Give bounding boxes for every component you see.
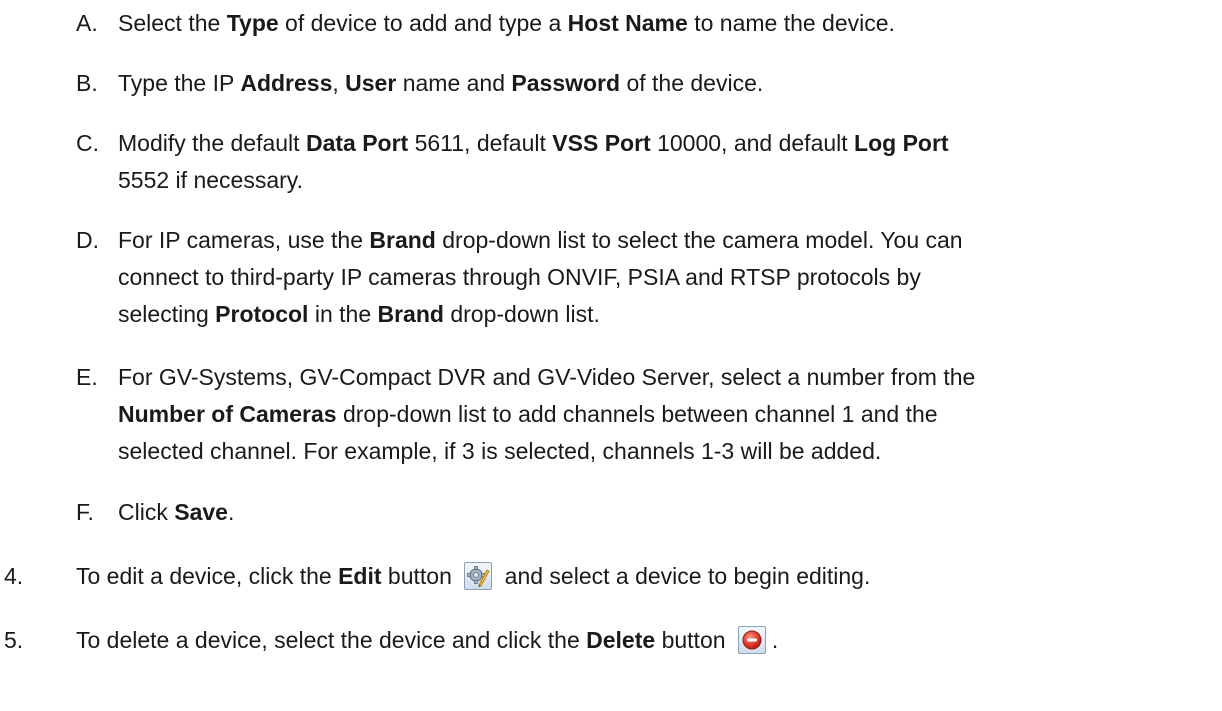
text-line: 5552 if necessary. bbox=[118, 162, 1216, 199]
text-run: 10000, and default bbox=[650, 130, 855, 156]
text-run: button bbox=[381, 563, 452, 589]
text-run: Select the bbox=[118, 10, 227, 36]
text-run: 5552 if necessary. bbox=[118, 167, 303, 193]
text-line: Modify the default Data Port 5611, defau… bbox=[118, 125, 1216, 162]
bold-term: Delete bbox=[586, 627, 656, 653]
text-run: . bbox=[227, 499, 235, 525]
text-line: For IP cameras, use the Brand drop-down … bbox=[118, 222, 1216, 259]
substep-marker: C. bbox=[76, 130, 99, 156]
text-run: Click bbox=[118, 499, 175, 525]
substep-marker: E. bbox=[76, 364, 98, 390]
text-run: For IP cameras, use the bbox=[118, 227, 370, 253]
text-run: To delete a device, select the device an… bbox=[76, 627, 587, 653]
text-run: selected channel. For example, if 3 is s… bbox=[118, 438, 882, 464]
text-run: in the bbox=[308, 301, 378, 327]
text-run: 5611, default bbox=[408, 130, 553, 156]
text-run: For GV-Systems, GV-Compact DVR and GV-Vi… bbox=[118, 364, 976, 390]
text-run: , bbox=[332, 70, 346, 96]
substep-marker: D. bbox=[76, 227, 99, 253]
text-run: of the device. bbox=[620, 70, 764, 96]
substep-f: F. Click Save. bbox=[76, 494, 1216, 531]
substep-d: D. For IP cameras, use the Brand drop-do… bbox=[76, 222, 1216, 333]
step-text: To delete a device, select the device an… bbox=[76, 622, 1204, 659]
substep-a: A. Select the Type of device to add and … bbox=[76, 5, 1216, 42]
bold-term: Type bbox=[226, 10, 279, 36]
edit-icon bbox=[464, 562, 493, 590]
text-run: drop-down list to add channels between c… bbox=[336, 401, 938, 427]
bold-term: Edit bbox=[338, 563, 382, 589]
substep-b: B. Type the IP Address, User name and Pa… bbox=[76, 65, 1216, 102]
bold-term: Save bbox=[174, 499, 228, 525]
substep-text: Click Save. bbox=[118, 494, 1216, 531]
text-run: button bbox=[655, 627, 726, 653]
delete-icon bbox=[737, 626, 766, 654]
bold-term: Protocol bbox=[215, 301, 309, 327]
text-line: selected channel. For example, if 3 is s… bbox=[118, 433, 1216, 470]
text-run: and select a device to begin editing. bbox=[504, 563, 871, 589]
bold-term: Number of Cameras bbox=[118, 401, 337, 427]
bold-term: Password bbox=[511, 70, 621, 96]
text-run: Modify the default bbox=[118, 130, 306, 156]
bold-term: Brand bbox=[377, 301, 444, 327]
step-4: 4. To edit a device, click the Edit butt… bbox=[4, 558, 1204, 595]
substep-text: For IP cameras, use the Brand drop-down … bbox=[118, 222, 1216, 333]
bold-term: VSS Port bbox=[552, 130, 651, 156]
step-marker: 5. bbox=[4, 627, 24, 653]
substep-marker: B. bbox=[76, 70, 98, 96]
step-marker: 4. bbox=[4, 563, 24, 589]
bold-term: Address bbox=[240, 70, 333, 96]
substep-text: Type the IP Address, User name and Passw… bbox=[118, 65, 1216, 102]
substep-marker: A. bbox=[76, 10, 98, 36]
substep-e: E. For GV-Systems, GV-Compact DVR and GV… bbox=[76, 359, 1216, 470]
text-line: connect to third-party IP cameras throug… bbox=[118, 259, 1216, 296]
text-run: of device to add and type a bbox=[278, 10, 568, 36]
text-run: to name the device. bbox=[687, 10, 895, 36]
text-run: To edit a device, click the bbox=[76, 563, 339, 589]
substep-text: Select the Type of device to add and typ… bbox=[118, 5, 1216, 42]
step-text: To edit a device, click the Edit button … bbox=[76, 558, 1204, 595]
substep-marker: F. bbox=[76, 499, 94, 525]
substep-text: Modify the default Data Port 5611, defau… bbox=[118, 125, 1216, 199]
text-line: selecting Protocol in the Brand drop-dow… bbox=[118, 296, 1216, 333]
text-run: name and bbox=[396, 70, 512, 96]
text-run: selecting bbox=[118, 301, 216, 327]
substep-c: C. Modify the default Data Port 5611, de… bbox=[76, 125, 1216, 199]
step-5: 5. To delete a device, select the device… bbox=[4, 622, 1204, 659]
text-run: connect to third-party IP cameras throug… bbox=[118, 264, 921, 290]
text-run: Type the IP bbox=[118, 70, 241, 96]
bold-term: Log Port bbox=[854, 130, 949, 156]
bold-term: User bbox=[345, 70, 397, 96]
bold-term: Brand bbox=[369, 227, 436, 253]
substep-text: For GV-Systems, GV-Compact DVR and GV-Vi… bbox=[118, 359, 1216, 470]
text-run: . bbox=[771, 627, 779, 653]
bold-term: Data Port bbox=[305, 130, 409, 156]
text-line: For GV-Systems, GV-Compact DVR and GV-Vi… bbox=[118, 359, 1216, 396]
text-line: Number of Cameras drop-down list to add … bbox=[118, 396, 1216, 433]
document-page: A. Select the Type of device to add and … bbox=[0, 0, 1222, 711]
text-run: drop-down list to select the camera mode… bbox=[435, 227, 963, 253]
bold-term: Host Name bbox=[567, 10, 688, 36]
text-run: drop-down list. bbox=[443, 301, 600, 327]
